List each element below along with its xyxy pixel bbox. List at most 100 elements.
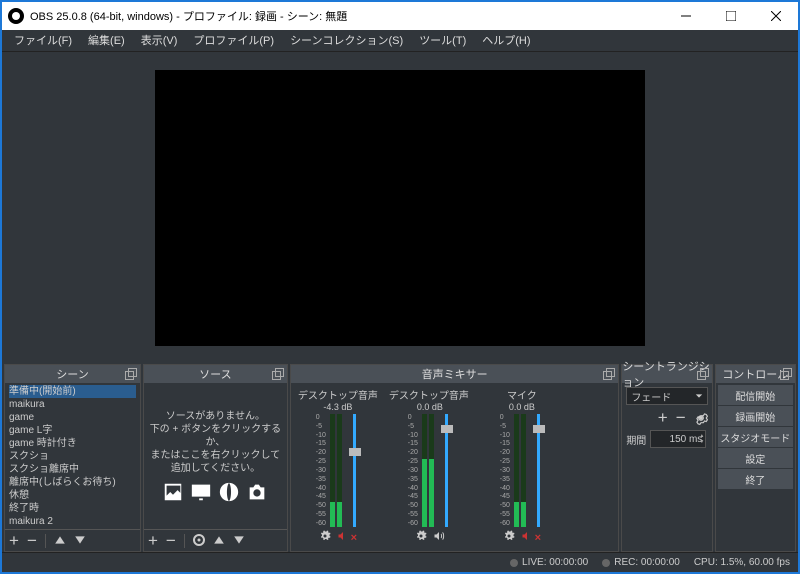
gear-icon[interactable] — [694, 411, 708, 425]
scene-item[interactable]: 終了時 — [9, 502, 136, 515]
vu-meter — [422, 414, 427, 527]
start-streaming-button[interactable]: 配信開始 — [718, 385, 793, 405]
mixer-channel: マイク 0.0 dB 0-5-10-15-20-25-30-35-40-45-5… — [481, 387, 563, 547]
channel-db: -4.3 dB — [297, 402, 379, 412]
channel-db: 0.0 dB — [481, 402, 563, 412]
mute-button[interactable] — [337, 529, 349, 547]
remove-transition-button[interactable]: − — [676, 409, 686, 426]
scene-item[interactable]: スクショ離席中 — [9, 463, 136, 476]
scenes-list[interactable]: 準備中(開始前)maikuragamegame L字game 時計付きスクショス… — [5, 383, 140, 529]
menu-file[interactable]: ファイル(F) — [6, 30, 80, 52]
studio-mode-button[interactable]: スタジオモード — [718, 427, 793, 447]
popout-icon[interactable] — [780, 368, 792, 380]
scene-item[interactable]: maikura — [9, 398, 136, 411]
controls-panel: コントロール 配信開始 録画開始 スタジオモード 設定 終了 — [715, 364, 796, 552]
cpu-status: CPU: 1.5%, 60.00 fps — [694, 557, 790, 568]
display-icon — [190, 481, 212, 503]
settings-button[interactable]: 設定 — [718, 448, 793, 468]
scene-item[interactable]: 休憩 — [9, 489, 136, 502]
transitions-panel: シーントランジション フェード + − 期間 150 ms ▲▼ — [621, 364, 712, 552]
menu-view[interactable]: 表示(V) — [133, 30, 186, 52]
channel-name: デスクトップ音声 2 — [389, 387, 471, 402]
duration-label: 期間 — [626, 432, 646, 447]
controls-header: コントロール — [722, 366, 788, 382]
menu-profile[interactable]: プロファイル(P) — [185, 30, 282, 52]
window-title: OBS 25.0.8 (64-bit, windows) - プロファイル: 録… — [30, 8, 663, 24]
rec-status: REC: 00:00:00 — [614, 557, 680, 568]
popout-icon[interactable] — [272, 368, 284, 380]
statusbar: LIVE: 00:00:00 REC: 00:00:00 CPU: 1.5%, … — [2, 552, 798, 572]
popout-icon[interactable] — [697, 368, 709, 380]
mixer-header: 音声ミキサー — [422, 366, 488, 382]
scenes-panel: シーン 準備中(開始前)maikuragamegame L字game 時計付きス… — [4, 364, 141, 552]
add-scene-button[interactable]: + — [9, 532, 19, 549]
channel-name: デスクトップ音声 — [297, 387, 379, 402]
scene-item[interactable]: maikura 2 — [9, 515, 136, 528]
mixer-channel: デスクトップ音声 2 0.0 dB 0-5-10-15-20-25-30-35-… — [389, 387, 471, 547]
remove-source-button[interactable]: − — [166, 532, 176, 549]
muted-icon: × — [351, 532, 357, 544]
menu-help[interactable]: ヘルプ(H) — [474, 30, 538, 52]
volume-slider[interactable] — [353, 414, 356, 527]
duration-input[interactable]: 150 ms ▲▼ — [650, 430, 706, 448]
volume-slider[interactable] — [445, 414, 448, 527]
scene-item[interactable]: game — [9, 411, 136, 424]
scene-item[interactable]: スクショ — [9, 450, 136, 463]
channel-db: 0.0 dB — [389, 402, 471, 412]
minimize-button[interactable] — [663, 2, 708, 30]
vu-meter — [337, 414, 342, 527]
chevron-down-icon — [695, 392, 703, 400]
obs-logo-icon — [8, 8, 24, 24]
scene-item[interactable]: game L字 — [9, 424, 136, 437]
scene-item[interactable]: 準備中(開始前) — [9, 385, 136, 398]
add-source-button[interactable]: + — [148, 532, 158, 549]
menubar: ファイル(F) 編集(E) 表示(V) プロファイル(P) シーンコレクション(… — [2, 30, 798, 52]
volume-slider[interactable] — [537, 414, 540, 527]
maximize-button[interactable] — [708, 2, 753, 30]
sources-toolbar: + − — [144, 529, 287, 551]
channel-settings-button[interactable] — [503, 529, 515, 547]
scene-down-button[interactable] — [74, 532, 86, 549]
popout-icon[interactable] — [125, 368, 137, 380]
vu-meter — [330, 414, 335, 527]
sources-panel: ソース ソースがありません。 下の + ボタンをクリックするか、 またはここを右… — [143, 364, 288, 552]
channel-settings-button[interactable] — [415, 529, 427, 547]
source-up-button[interactable] — [213, 532, 225, 549]
muted-icon: × — [535, 532, 541, 544]
popout-icon[interactable] — [603, 368, 615, 380]
scene-up-button[interactable] — [54, 532, 66, 549]
image-icon — [162, 481, 184, 503]
menu-edit[interactable]: 編集(E) — [80, 30, 133, 52]
scene-item[interactable]: 離席中(しばらくお待ち) — [9, 476, 136, 489]
remove-scene-button[interactable]: − — [27, 532, 37, 549]
mute-button[interactable] — [521, 529, 533, 547]
start-recording-button[interactable]: 録画開始 — [718, 406, 793, 426]
source-props-button[interactable] — [193, 532, 205, 549]
source-down-button[interactable] — [233, 532, 245, 549]
globe-icon — [218, 481, 240, 503]
live-status: LIVE: 00:00:00 — [522, 557, 588, 568]
exit-button[interactable]: 終了 — [718, 469, 793, 489]
scenes-header: シーン — [56, 366, 88, 382]
mute-button[interactable] — [433, 529, 445, 547]
scene-item[interactable]: game 時計付き — [9, 437, 136, 450]
preview-area[interactable] — [2, 52, 798, 364]
rec-dot-icon — [602, 559, 610, 567]
menu-scenecol[interactable]: シーンコレクション(S) — [282, 30, 411, 52]
scenes-toolbar: + − — [5, 529, 140, 551]
add-transition-button[interactable]: + — [658, 409, 668, 426]
mixer-panel: 音声ミキサー デスクトップ音声 -4.3 dB 0-5-10-15-20-25-… — [290, 364, 619, 552]
menu-tool[interactable]: ツール(T) — [411, 30, 474, 52]
close-button[interactable] — [753, 2, 798, 30]
channel-settings-button[interactable] — [319, 529, 331, 547]
titlebar: OBS 25.0.8 (64-bit, windows) - プロファイル: 録… — [2, 2, 798, 30]
vu-meter — [521, 414, 526, 527]
vu-meter — [429, 414, 434, 527]
preview-canvas[interactable] — [155, 70, 645, 346]
vu-meter — [514, 414, 519, 527]
camera-icon — [246, 481, 268, 503]
sources-header: ソース — [199, 366, 231, 382]
mixer-channel: デスクトップ音声 -4.3 dB 0-5-10-15-20-25-30-35-4… — [297, 387, 379, 547]
sources-empty[interactable]: ソースがありません。 下の + ボタンをクリックするか、 またはここを右クリック… — [144, 383, 287, 529]
channel-name: マイク — [481, 387, 563, 402]
